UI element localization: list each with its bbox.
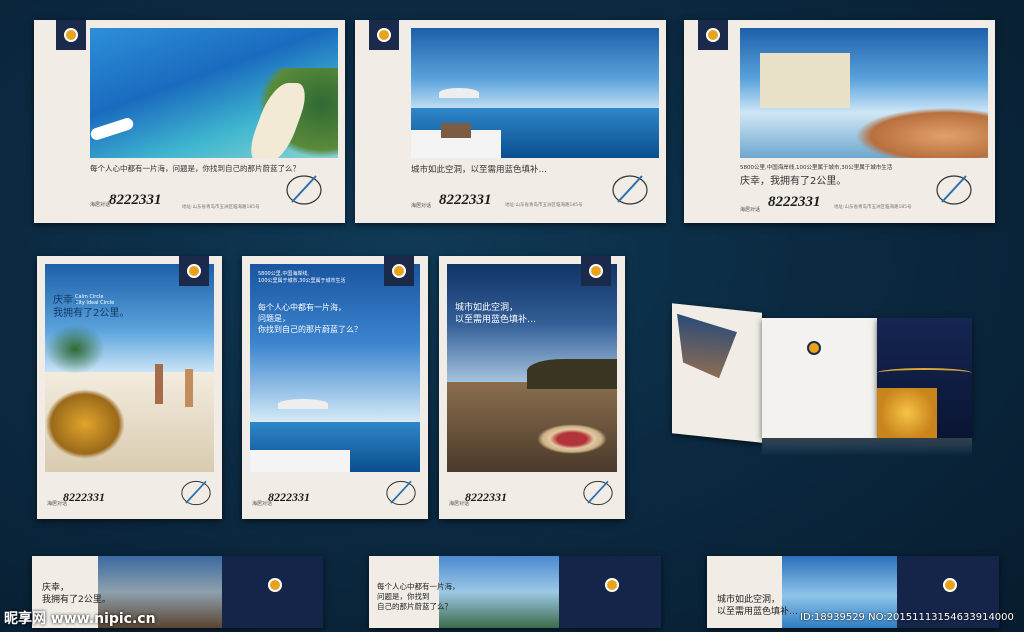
phone-label: 海居对话 xyxy=(740,207,761,213)
site-watermark: 昵享网 www.nipic.cn xyxy=(4,611,156,627)
phone-number: 8222331 xyxy=(768,194,821,210)
brand-logo xyxy=(804,338,824,358)
phone-number: 8222331 xyxy=(465,490,507,504)
banner-2: 每个人心中都有一片海， 问题是，你找到 自己的那片蔚蓝了么？ xyxy=(369,556,661,628)
ad-subtag: 5800公里,中国海岸线, 100公里属于城市,30公里属于城市生活 xyxy=(258,271,346,284)
ad-portrait-3: 城市如此空洞， 以至需用蓝色填补… 海居对话 8222331 xyxy=(439,256,625,519)
ad-portrait-1: Calm Circle City Ideal Circle 庆幸， 我拥有了2公… xyxy=(37,256,222,519)
ad-photo-villa-sea xyxy=(740,28,988,158)
ad-photo-beach-hat xyxy=(447,264,617,472)
address-text: 地址:山东省青岛市五洲区临海路185号 xyxy=(505,203,583,208)
ad-photo-terrace-sea xyxy=(250,264,420,472)
ad-tagline: 庆幸，我拥有了2公里。 xyxy=(740,176,847,187)
brand-logo xyxy=(369,20,399,50)
compass-seal-icon xyxy=(286,175,322,205)
compass-seal-icon xyxy=(181,480,211,506)
brand-logo xyxy=(384,256,414,286)
brand-logo xyxy=(260,570,290,600)
phone-label: 海居对话 xyxy=(90,202,111,208)
phone-number: 8222331 xyxy=(439,192,492,208)
ad-landscape-3: 5800公里,中国海岸线,100公里属于城市,30公里属于城市生活 庆幸，我拥有… xyxy=(684,20,995,223)
brand-logo xyxy=(935,570,965,600)
ad-portrait-2: 5800公里,中国海岸线, 100公里属于城市,30公里属于城市生活 每个人心中… xyxy=(242,256,428,519)
ad-tagline: 每个人心中都有一片海， 问题是， 你找到自己的那片蔚蓝了么？ xyxy=(258,303,362,334)
brand-logo xyxy=(179,256,209,286)
compass-seal-icon xyxy=(936,175,972,205)
brand-logo xyxy=(698,20,728,50)
brand-logo xyxy=(581,256,611,286)
phone-number: 8222331 xyxy=(268,490,310,504)
address-text: 地址:山东省青岛市五洲区临海路185号 xyxy=(182,205,260,210)
brand-logo xyxy=(597,570,627,600)
image-id-watermark: ID:18939529 NO:20151113154633914000 xyxy=(800,612,1014,623)
banner-tagline: 城市如此空洞， 以至需用蓝色填补… xyxy=(717,595,799,617)
ad-landscape-1: 每个人心中都有一片海，问题是，你找到自己的那片蔚蓝了么？ 海居对话 822233… xyxy=(34,20,345,223)
compass-seal-icon xyxy=(583,480,613,506)
brochure-mockup xyxy=(672,303,972,456)
ad-tagline: 每个人心中都有一片海，问题是，你找到自己的那片蔚蓝了么？ xyxy=(90,164,300,173)
compass-seal-icon xyxy=(612,175,648,205)
address-text: 地址:山东省青岛市五洲区临海路185号 xyxy=(834,205,912,210)
banner-tagline: 每个人心中都有一片海， 问题是，你找到 自己的那片蔚蓝了么？ xyxy=(377,582,460,611)
phone-label: 海居对话 xyxy=(411,203,432,209)
ad-tagline: 庆幸， 我拥有了2公里。 xyxy=(53,295,130,319)
banner-tagline: 庆幸， 我拥有了2公里。 xyxy=(42,583,111,605)
brand-logo xyxy=(56,20,86,50)
ad-photo-beach-aerial xyxy=(90,28,338,158)
compass-seal-icon xyxy=(386,480,416,506)
phone-number: 8222331 xyxy=(63,490,105,504)
ad-tagline: 城市如此空洞，以至需用蓝色填补… xyxy=(411,165,548,175)
phone-number: 8222331 xyxy=(109,192,162,208)
ad-tagline: 城市如此空洞， 以至需用蓝色填补… xyxy=(455,303,537,325)
ad-subtag: 5800公里,中国海岸线,100公里属于城市,30公里属于城市生活 xyxy=(740,165,893,171)
ad-landscape-2: 城市如此空洞，以至需用蓝色填补… 海居对话 8222331 地址:山东省青岛市五… xyxy=(355,20,666,223)
ad-photo-terrace-sea xyxy=(411,28,659,158)
